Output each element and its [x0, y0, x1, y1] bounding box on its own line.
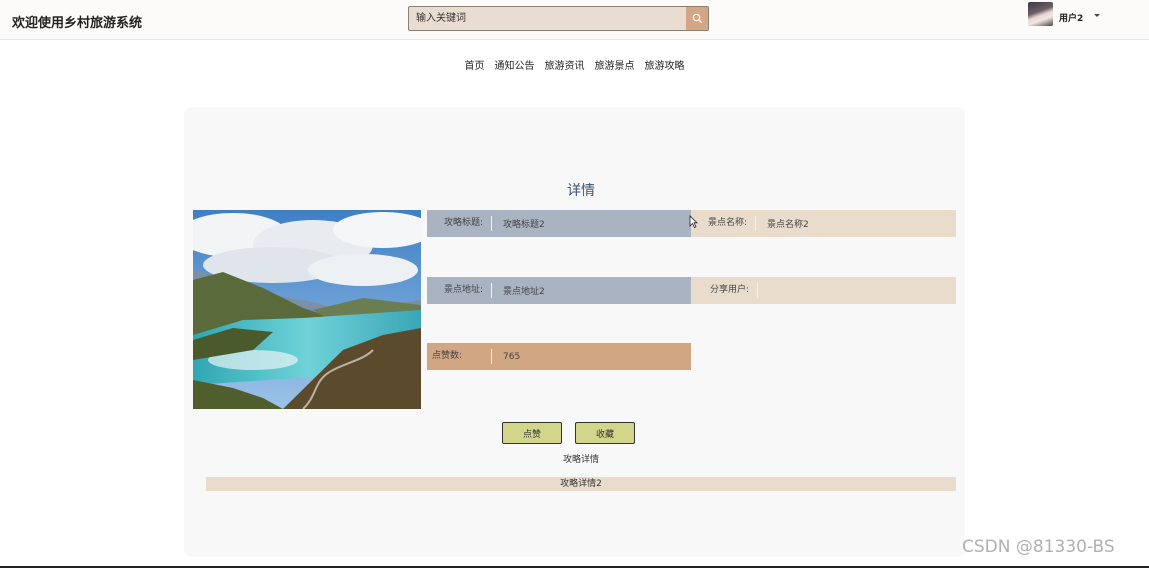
search-button[interactable] — [686, 7, 708, 30]
field-value: 765 — [503, 351, 521, 362]
favorite-button[interactable]: 收藏 — [575, 422, 635, 444]
field-share-user: 分享用户: — [691, 277, 956, 304]
search-input[interactable] — [409, 7, 686, 30]
field-value: 攻略标题2 — [503, 220, 545, 230]
search-box — [408, 6, 709, 31]
field-label: 景点名称: — [691, 216, 756, 231]
top-bar: 欢迎使用乡村旅游系统 用户2 — [0, 0, 1149, 40]
field-spot-address: 景点地址: 景点地址2 — [427, 277, 691, 304]
like-button[interactable]: 点赞 — [502, 422, 562, 444]
field-value: 景点名称2 — [767, 220, 809, 230]
avatar[interactable] — [1028, 2, 1053, 26]
nav-item-news[interactable]: 旅游资讯 — [545, 57, 585, 72]
field-spot-name: 景点名称: 景点名称2 — [691, 210, 956, 237]
field-label: 攻略标题: — [427, 216, 492, 231]
landscape-image — [193, 210, 421, 409]
mouse-cursor-icon — [689, 215, 698, 228]
field-likes: 点赞数: 765 — [427, 343, 691, 370]
main-nav: 首页 通知公告 旅游资讯 旅游景点 旅游攻略 — [0, 57, 1149, 72]
nav-item-guides[interactable]: 旅游攻略 — [645, 57, 685, 72]
nav-item-notices[interactable]: 通知公告 — [495, 57, 535, 72]
caret-down-icon[interactable] — [1094, 14, 1100, 17]
detail-heading: 详情 — [567, 183, 595, 199]
field-guide-title: 攻略标题: 攻略标题2 — [427, 210, 691, 237]
username[interactable]: 用户2 — [1059, 11, 1083, 24]
search-icon — [692, 13, 702, 24]
field-label: 分享用户: — [691, 283, 758, 298]
scenic-photo — [193, 210, 421, 409]
description-content: 攻略详情2 — [206, 477, 956, 491]
description-label: 攻略详情 — [562, 455, 599, 465]
site-title: 欢迎使用乡村旅游系统 — [12, 16, 143, 31]
field-label: 点赞数: — [427, 349, 492, 364]
watermark: CSDN @81330-BS — [962, 537, 1115, 557]
field-label: 景点地址: — [427, 283, 492, 298]
nav-item-spots[interactable]: 旅游景点 — [595, 57, 635, 72]
field-value: 景点地址2 — [503, 287, 545, 297]
nav-item-home[interactable]: 首页 — [465, 57, 485, 72]
